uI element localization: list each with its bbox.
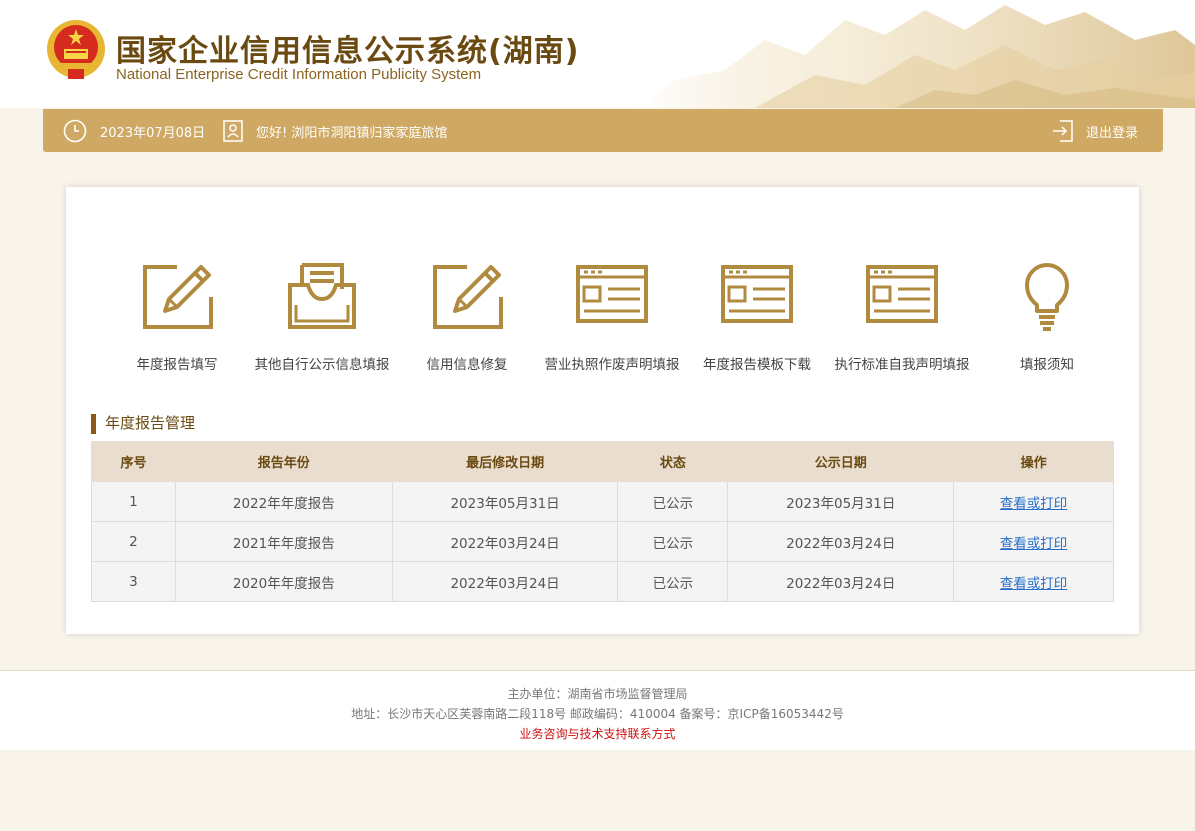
footer-contact-link[interactable]: 业务咨询与技术支持联系方式 [0, 725, 1195, 742]
column-header: 公示日期 [727, 441, 955, 482]
publish-date: 2022年03月24日 [727, 561, 955, 602]
menu-item-standard-declaration[interactable]: 执行标准自我声明填报 [827, 255, 977, 375]
site-header: 国家企业信用信息公示系统(湖南) National Enterprise Cre… [0, 0, 1195, 108]
clock-icon [63, 119, 87, 143]
annual-report-table: 序号 报告年份 最后修改日期 状态 公示日期 操作 1 2022年年度报告 20… [91, 441, 1114, 602]
site-subtitle: National Enterprise Credit Information P… [116, 66, 482, 83]
national-emblem-logo [47, 20, 105, 79]
menu-item-license-void[interactable]: 营业执照作废声明填报 [537, 255, 687, 375]
row-number: 1 [91, 481, 176, 522]
edit-document-icon [143, 265, 213, 329]
menu-item-other-disclosure[interactable]: 其他自行公示信息填报 [247, 255, 397, 375]
last-modified-date: 2022年03月24日 [391, 521, 619, 562]
current-date: 2023年07月08日 [100, 126, 206, 141]
report-year: 2020年年度报告 [174, 561, 393, 602]
report-year: 2022年年度报告 [174, 481, 393, 522]
user-badge-icon [223, 120, 243, 142]
logout-icon[interactable] [1052, 119, 1074, 143]
footer-address: 地址：长沙市天心区芙蓉南路二段118号 邮政编码：410004 备案号：京ICP… [351, 707, 844, 721]
lightbulb-icon [1025, 263, 1069, 331]
menu-item-template-download[interactable]: 年度报告模板下载 [682, 255, 832, 375]
inbox-tray-icon [288, 263, 356, 329]
function-menu: 年度报告填写 其他自行公示信息填报 信用信息修复 营业执照作废声明填报 年度报告… [102, 255, 1122, 375]
view-print-link[interactable]: 查看或打印 [1000, 536, 1068, 552]
menu-item-credit-repair[interactable]: 信用信息修复 [392, 255, 542, 375]
publish-date: 2023年05月31日 [727, 481, 955, 522]
footer-sponsor: 主办单位：湖南省市场监督管理局 [507, 687, 688, 701]
row-number: 3 [91, 561, 176, 602]
column-header: 操作 [953, 441, 1114, 482]
table-row: 1 2022年年度报告 2023年05月31日 已公示 2023年05月31日 … [91, 481, 1114, 522]
report-year: 2021年年度报告 [174, 521, 393, 562]
status: 已公示 [617, 481, 729, 522]
table-row: 2 2021年年度报告 2022年03月24日 已公示 2022年03月24日 … [91, 521, 1114, 562]
main-panel: 年度报告填写 其他自行公示信息填报 信用信息修复 营业执照作废声明填报 年度报告… [66, 187, 1139, 634]
user-status-bar: 2023年07月08日 您好! 浏阳市洞阳镇归家家庭旅馆 退出登录 [43, 109, 1163, 152]
table-row: 3 2020年年度报告 2022年03月24日 已公示 2022年03月24日 … [91, 561, 1114, 602]
form-window-icon [576, 265, 648, 323]
menu-item-label: 填报须知 [1020, 357, 1074, 373]
view-print-link[interactable]: 查看或打印 [1000, 496, 1068, 512]
menu-item-annual-report-fill[interactable]: 年度报告填写 [102, 255, 252, 375]
user-greeting: 您好! 浏阳市洞阳镇归家家庭旅馆 [256, 126, 448, 141]
form-window-icon [721, 265, 793, 323]
mountain-background-image [635, 5, 1195, 108]
last-modified-date: 2023年05月31日 [391, 481, 619, 522]
action-cell: 查看或打印 [953, 561, 1114, 602]
status: 已公示 [617, 561, 729, 602]
column-header: 序号 [91, 441, 176, 482]
section-title-annual-report: 年度报告管理 [91, 414, 195, 434]
action-cell: 查看或打印 [953, 481, 1114, 522]
edit-document-icon [433, 265, 503, 329]
column-header: 最后修改日期 [391, 441, 619, 482]
logout-link[interactable]: 退出登录 [1086, 122, 1138, 141]
column-header: 状态 [617, 441, 729, 482]
table-header-row: 序号 报告年份 最后修改日期 状态 公示日期 操作 [91, 441, 1114, 482]
status: 已公示 [617, 521, 729, 562]
action-cell: 查看或打印 [953, 521, 1114, 562]
form-window-icon [866, 265, 938, 323]
site-title: 国家企业信用信息公示系统(湖南) [116, 34, 580, 69]
site-footer: 主办单位：湖南省市场监督管理局 地址：长沙市天心区芙蓉南路二段118号 邮政编码… [0, 670, 1195, 750]
menu-item-instructions[interactable]: 填报须知 [972, 255, 1122, 375]
row-number: 2 [91, 521, 176, 562]
last-modified-date: 2022年03月24日 [391, 561, 619, 602]
view-print-link[interactable]: 查看或打印 [1000, 576, 1068, 592]
column-header: 报告年份 [174, 441, 393, 482]
publish-date: 2022年03月24日 [727, 521, 955, 562]
